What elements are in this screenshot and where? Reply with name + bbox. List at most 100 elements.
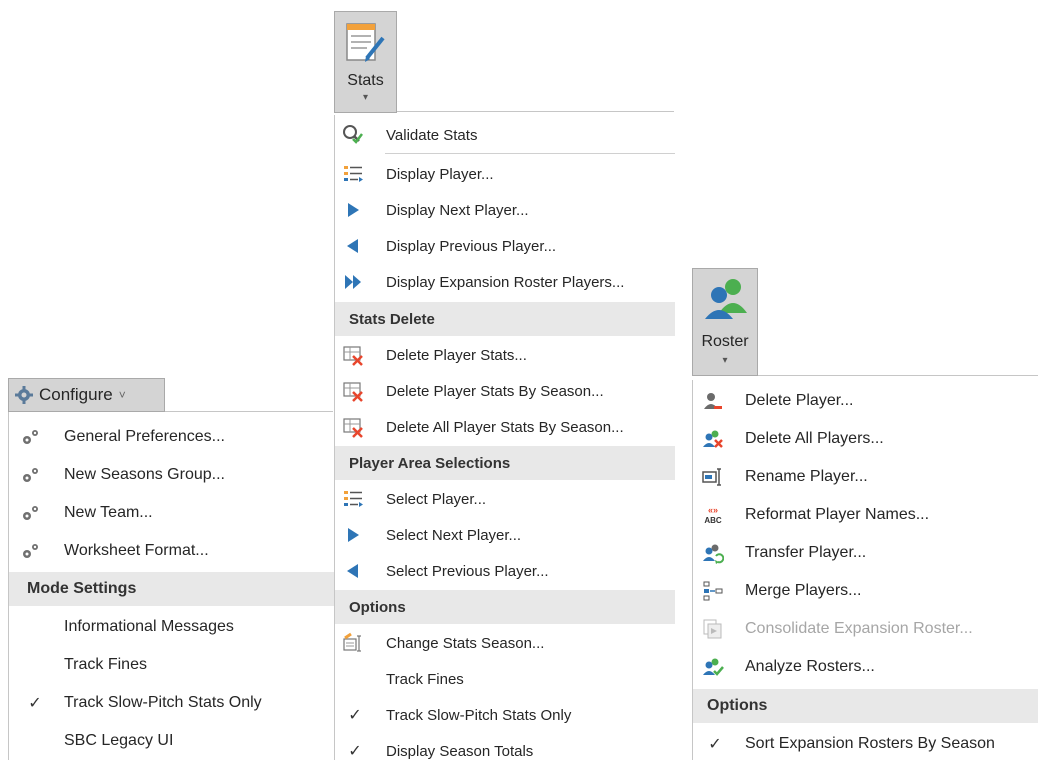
menu-item-sort-expansion-rosters[interactable]: ✓ Sort Expansion Rosters By Season bbox=[693, 725, 1038, 763]
menu-item-label: Display Expansion Roster Players... bbox=[386, 273, 625, 291]
menu-item-worksheet-format[interactable]: Worksheet Format... bbox=[9, 532, 334, 570]
gear-icon bbox=[15, 386, 33, 404]
menu-item-label: Select Previous Player... bbox=[386, 562, 549, 580]
mode-settings-header: Mode Settings bbox=[9, 572, 334, 606]
gears-icon bbox=[19, 539, 43, 563]
menu-item-label: Sort Expansion Rosters By Season bbox=[745, 735, 995, 752]
menu-item-label: Track Slow-Pitch Stats Only bbox=[64, 694, 262, 711]
users-icon bbox=[703, 275, 749, 321]
delete-player-icon bbox=[701, 389, 725, 413]
rename-icon bbox=[701, 465, 725, 489]
menu-item-label: Delete Player... bbox=[745, 392, 854, 409]
menu-item-label: SBC Legacy UI bbox=[64, 732, 174, 749]
list-icon bbox=[341, 162, 365, 186]
delete-all-players-icon bbox=[701, 427, 725, 451]
menu-item-reformat-player-names[interactable]: «» ABC Reformat Player Names... bbox=[693, 496, 1038, 534]
menu-item-display-previous-player[interactable]: Display Previous Player... bbox=[335, 227, 675, 265]
configure-button[interactable]: Configure ˅ bbox=[8, 378, 165, 412]
menu-item-label: Merge Players... bbox=[745, 582, 862, 599]
menu-item-rename-player[interactable]: Rename Player... bbox=[693, 458, 1038, 496]
gears-icon bbox=[19, 425, 43, 449]
menu-item-track-slow-pitch[interactable]: ✓ Track Slow-Pitch Stats Only bbox=[335, 696, 675, 734]
roster-menu: Delete Player... Delete All Players... R… bbox=[692, 380, 1038, 760]
menu-item-delete-player[interactable]: Delete Player... bbox=[693, 382, 1038, 420]
play-left-icon bbox=[341, 559, 365, 583]
consolidate-icon bbox=[701, 617, 725, 641]
menu-item-label: Reformat Player Names... bbox=[745, 506, 930, 523]
menu-item-transfer-player[interactable]: Transfer Player... bbox=[693, 534, 1038, 572]
menu-item-delete-all-player-stats-by-season[interactable]: Delete All Player Stats By Season... bbox=[335, 408, 675, 446]
menu-item-analyze-rosters[interactable]: Analyze Rosters... bbox=[693, 648, 1038, 686]
menu-item-label: Change Stats Season... bbox=[386, 634, 545, 652]
stats-button-label: Stats bbox=[347, 72, 384, 89]
menu-item-new-seasons-group[interactable]: New Seasons Group... bbox=[9, 456, 334, 494]
menu-item-label: Delete Player Stats By Season... bbox=[386, 382, 604, 400]
reformat-abc-icon: «» ABC bbox=[701, 503, 725, 527]
menu-item-delete-all-players[interactable]: Delete All Players... bbox=[693, 420, 1038, 458]
menu-item-change-stats-season[interactable]: Change Stats Season... bbox=[335, 624, 675, 662]
menu-item-label: Informational Messages bbox=[64, 618, 234, 635]
menu-item-label: Worksheet Format... bbox=[64, 542, 209, 559]
play-right-icon bbox=[341, 198, 365, 222]
delete-stats-icon bbox=[341, 379, 365, 403]
menu-item-track-fines[interactable]: Track Fines bbox=[335, 660, 675, 698]
menu-item-consolidate-expansion-roster[interactable]: Consolidate Expansion Roster... bbox=[693, 610, 1038, 648]
menu-item-select-previous-player[interactable]: Select Previous Player... bbox=[335, 552, 675, 590]
menu-item-validate-stats[interactable]: Validate Stats bbox=[335, 116, 675, 154]
menu-item-label: Consolidate Expansion Roster... bbox=[745, 620, 973, 637]
fast-forward-icon bbox=[341, 270, 365, 294]
player-area-selections-header: Player Area Selections bbox=[335, 446, 675, 480]
configure-button-label: Configure bbox=[39, 385, 113, 404]
menu-item-display-expansion-roster-players[interactable]: Display Expansion Roster Players... bbox=[335, 263, 675, 301]
menu-item-select-player[interactable]: Select Player... bbox=[335, 480, 675, 518]
menu-item-delete-player-stats[interactable]: Delete Player Stats... bbox=[335, 336, 675, 374]
menu-item-label: Track Fines bbox=[64, 656, 147, 673]
menu-item-select-next-player[interactable]: Select Next Player... bbox=[335, 516, 675, 554]
menu-item-display-player[interactable]: Display Player... bbox=[335, 155, 675, 193]
svg-text:«»: «» bbox=[708, 505, 718, 515]
menu-item-track-slow-pitch[interactable]: ✓ Track Slow-Pitch Stats Only bbox=[9, 684, 334, 722]
menu-item-display-next-player[interactable]: Display Next Player... bbox=[335, 191, 675, 229]
menu-item-label: Analyze Rosters... bbox=[745, 658, 875, 675]
chevron-down-icon: ▾ bbox=[722, 355, 728, 366]
checkmark-icon: ✓ bbox=[348, 707, 362, 724]
menu-item-merge-players[interactable]: Merge Players... bbox=[693, 572, 1038, 610]
analyze-icon bbox=[701, 655, 725, 679]
menu-item-label: General Preferences... bbox=[64, 428, 225, 445]
menu-item-label: Delete All Players... bbox=[745, 430, 884, 447]
stats-ribbon-button[interactable]: Stats ▾ bbox=[334, 11, 397, 113]
menu-item-label: Select Next Player... bbox=[386, 526, 522, 544]
menu-item-label: Display Previous Player... bbox=[386, 237, 557, 255]
menu-item-delete-player-stats-by-season[interactable]: Delete Player Stats By Season... bbox=[335, 372, 675, 410]
play-right-icon bbox=[341, 523, 365, 547]
menu-item-new-team[interactable]: New Team... bbox=[9, 494, 334, 532]
menu-item-informational-messages[interactable]: Informational Messages bbox=[9, 608, 334, 646]
menu-item-display-season-totals[interactable]: ✓ Display Season Totals bbox=[335, 732, 675, 770]
checkmark-icon: ✓ bbox=[348, 743, 362, 760]
notepad-pencil-icon bbox=[345, 18, 387, 66]
menu-item-track-fines[interactable]: Track Fines bbox=[9, 646, 334, 684]
ribbon-divider bbox=[758, 375, 1038, 376]
menu-separator bbox=[385, 153, 675, 154]
delete-stats-icon bbox=[341, 343, 365, 367]
list-icon bbox=[341, 487, 365, 511]
menu-item-sbc-legacy-ui[interactable]: SBC Legacy UI bbox=[9, 722, 334, 760]
ribbon-divider bbox=[397, 111, 674, 112]
stats-panel: Stats ▾ Validate Stats Display Player...… bbox=[334, 11, 675, 760]
change-season-icon bbox=[341, 631, 365, 655]
chevron-down-icon: ▾ bbox=[362, 92, 369, 103]
roster-ribbon-button[interactable]: Roster ▾ bbox=[692, 268, 758, 376]
delete-stats-icon bbox=[341, 415, 365, 439]
gears-icon bbox=[19, 463, 43, 487]
stats-options-header: Options bbox=[335, 590, 675, 624]
menu-item-general-preferences[interactable]: General Preferences... bbox=[9, 418, 334, 456]
roster-panel: Roster ▾ Delete Player... Delete All Pla… bbox=[692, 268, 1038, 760]
menu-item-label: Track Slow-Pitch Stats Only bbox=[386, 706, 572, 724]
roster-options-header: Options bbox=[693, 689, 1038, 723]
merge-icon bbox=[701, 579, 725, 603]
menu-item-label: Rename Player... bbox=[745, 468, 868, 485]
menu-item-label: Delete All Player Stats By Season... bbox=[386, 418, 624, 436]
transfer-icon bbox=[701, 541, 725, 565]
stats-delete-header: Stats Delete bbox=[335, 302, 675, 336]
chevron-down-icon: ˅ bbox=[118, 388, 126, 402]
